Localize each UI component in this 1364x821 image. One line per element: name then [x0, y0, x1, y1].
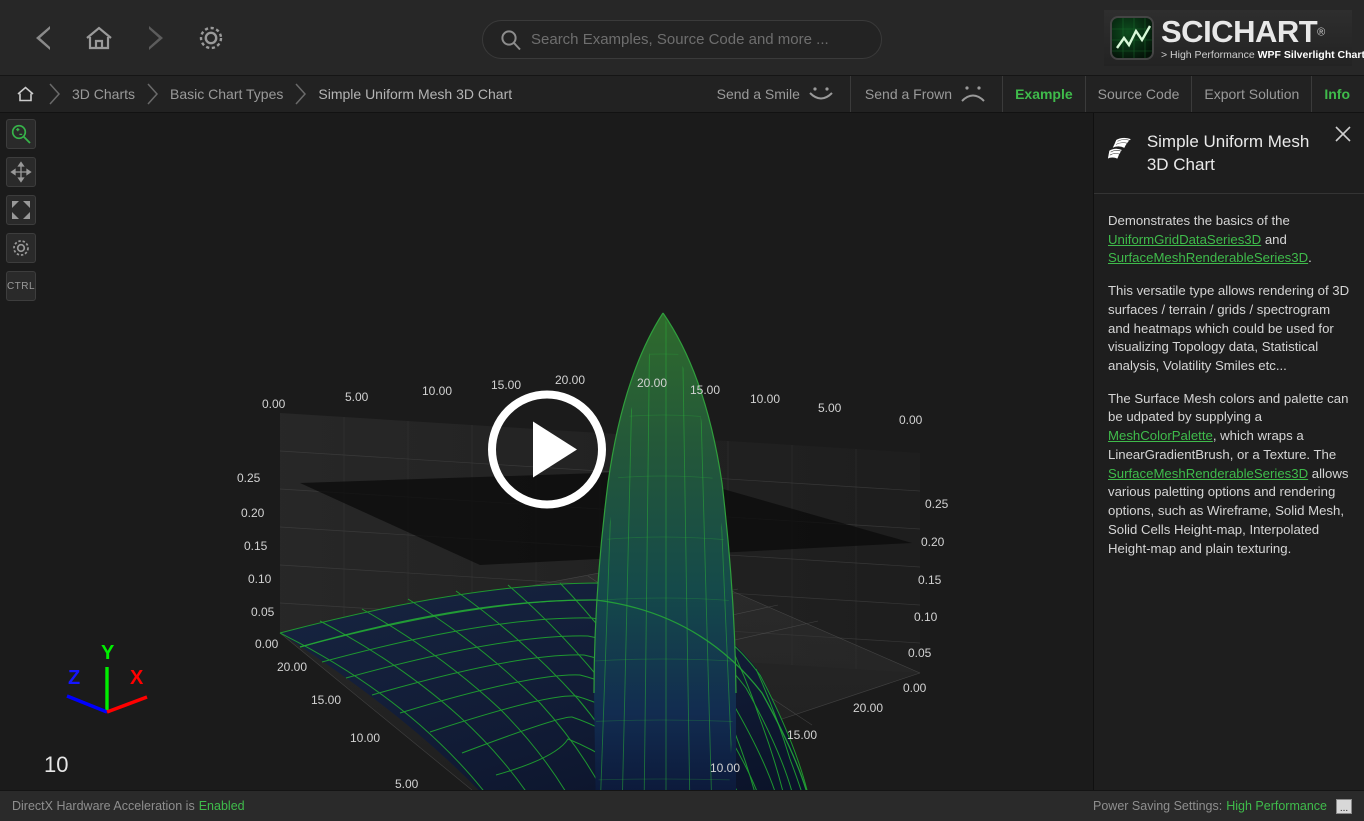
info-link[interactable]: SurfaceMeshRenderableSeries3D	[1108, 250, 1308, 265]
expand-corners-icon	[12, 201, 30, 219]
home-icon	[17, 86, 34, 102]
logo-tagline: > High Performance WPF Silverlight Chart…	[1161, 50, 1364, 61]
forward-button[interactable]	[132, 15, 178, 61]
info-text: This versatile type allows rendering of …	[1108, 283, 1350, 374]
breadcrumb-separator-icon	[146, 82, 159, 106]
power-saving-prefix: Power Saving Settings:	[1093, 799, 1223, 813]
logo-text: SCICHART® > High Performance WPF Silverl…	[1161, 16, 1364, 61]
info-panel-header: Simple Uniform Mesh 3D Chart	[1094, 113, 1364, 194]
search-bar[interactable]	[482, 20, 882, 59]
breadcrumb-item-3d-charts[interactable]: 3D Charts	[68, 86, 139, 102]
fps-counter: 10	[44, 752, 69, 777]
scichart-logo: SCICHART® > High Performance WPF Silverl…	[1104, 10, 1364, 66]
chart-viewport[interactable]: CTRL 0.00 5.00 10.00 15.00 20.00 20.00 1…	[0, 113, 1094, 790]
breadcrumb-actions: Send a Smile Send a Frown Example Source…	[703, 76, 1364, 112]
info-link[interactable]: SurfaceMeshRenderableSeries3D	[1108, 466, 1308, 481]
forward-arrow-icon	[149, 25, 163, 50]
info-panel-body: Demonstrates the basics of the UniformGr…	[1094, 194, 1364, 582]
info-text: and	[1261, 231, 1287, 247]
close-icon	[1335, 126, 1351, 142]
info-link[interactable]: MeshColorPalette	[1108, 428, 1213, 443]
info-paragraph-1: Demonstrates the basics of the UniformGr…	[1108, 212, 1350, 268]
breadcrumb: 3D Charts Basic Chart Types Simple Unifo…	[0, 76, 516, 112]
power-saving-value: High Performance	[1226, 799, 1327, 813]
chart-settings-button[interactable]	[6, 233, 36, 263]
gear-icon	[13, 240, 29, 256]
logo-name: SCICHART	[1161, 13, 1318, 49]
pan-arrows-icon	[10, 161, 32, 183]
zoom-extents-button[interactable]	[6, 195, 36, 225]
home-icon	[86, 26, 112, 49]
info-text: .	[1308, 250, 1312, 266]
logo-tagline-prefix: > High Performance	[1161, 48, 1258, 61]
breadcrumb-home[interactable]	[10, 85, 41, 103]
info-paragraph-3: The Surface Mesh colors and palette can …	[1108, 390, 1350, 559]
info-panel: Simple Uniform Mesh 3D Chart Demonstrate…	[1094, 113, 1364, 790]
search-icon	[501, 29, 521, 50]
navigation-icons	[0, 15, 234, 61]
send-a-frown-label: Send a Frown	[864, 86, 953, 102]
top-bar: SCICHART® > High Performance WPF Silverl…	[0, 0, 1364, 76]
breadcrumb-item-basic-chart-types[interactable]: Basic Chart Types	[166, 86, 287, 102]
play-overlay-button[interactable]	[485, 387, 609, 516]
main-content: CTRL 0.00 5.00 10.00 15.00 20.00 20.00 1…	[0, 113, 1364, 790]
breadcrumb-bar: 3D Charts Basic Chart Types Simple Unifo…	[0, 76, 1364, 113]
frown-icon	[961, 86, 985, 102]
logo-tagline-bold: WPF Silverlight Charts	[1257, 48, 1364, 61]
power-saving-status: Power Saving Settings: High Performance …	[1093, 798, 1352, 814]
back-button[interactable]	[20, 15, 66, 61]
tab-source-code[interactable]: Source Code	[1086, 76, 1193, 112]
send-a-smile-button[interactable]: Send a Smile	[703, 76, 851, 112]
ctrl-modifier-button[interactable]: CTRL	[6, 271, 36, 301]
tab-info[interactable]: Info	[1312, 76, 1364, 112]
power-saving-menu-button[interactable]: ...	[1336, 798, 1352, 814]
info-link[interactable]: UniformGridDataSeries3D	[1108, 232, 1261, 247]
status-bar: DirectX Hardware Acceleration is Enabled…	[0, 790, 1364, 821]
tab-export-solution[interactable]: Export Solution	[1192, 76, 1313, 112]
send-a-frown-button[interactable]: Send a Frown	[851, 76, 1004, 112]
breadcrumb-item-current[interactable]: Simple Uniform Mesh 3D Chart	[314, 86, 516, 102]
directx-status-prefix: DirectX Hardware Acceleration is	[12, 799, 195, 813]
send-a-smile-label: Send a Smile	[716, 86, 800, 102]
zoom-tool-button[interactable]	[6, 119, 36, 149]
directx-status-value: Enabled	[198, 799, 245, 813]
breadcrumb-separator-icon	[48, 82, 61, 106]
info-text: Demonstrates the basics of the	[1108, 212, 1290, 228]
smile-icon	[809, 87, 833, 100]
info-paragraph-2: This versatile type allows rendering of …	[1108, 282, 1350, 376]
search-input[interactable]	[531, 31, 865, 48]
play-icon	[487, 390, 606, 508]
tab-example[interactable]: Example	[1003, 76, 1086, 112]
directx-status: DirectX Hardware Acceleration is Enabled	[12, 799, 245, 813]
logo-registered-mark: ®	[1317, 26, 1326, 39]
back-arrow-icon	[36, 25, 50, 50]
search-box[interactable]	[482, 20, 882, 59]
zoom-magnifier-icon	[11, 124, 31, 144]
chart-toolbar: CTRL	[6, 119, 36, 301]
logo-chart-icon	[1110, 16, 1154, 60]
home-button[interactable]	[76, 15, 122, 61]
info-panel-close-button[interactable]	[1334, 125, 1352, 147]
info-text: The Surface Mesh colors and palette can …	[1108, 390, 1349, 425]
mesh-surface-icon	[1107, 137, 1133, 160]
pan-tool-button[interactable]	[6, 157, 36, 187]
info-panel-title: Simple Uniform Mesh 3D Chart	[1146, 132, 1310, 174]
gear-icon	[199, 26, 223, 49]
settings-button[interactable]	[188, 15, 234, 61]
breadcrumb-separator-icon	[294, 82, 307, 106]
